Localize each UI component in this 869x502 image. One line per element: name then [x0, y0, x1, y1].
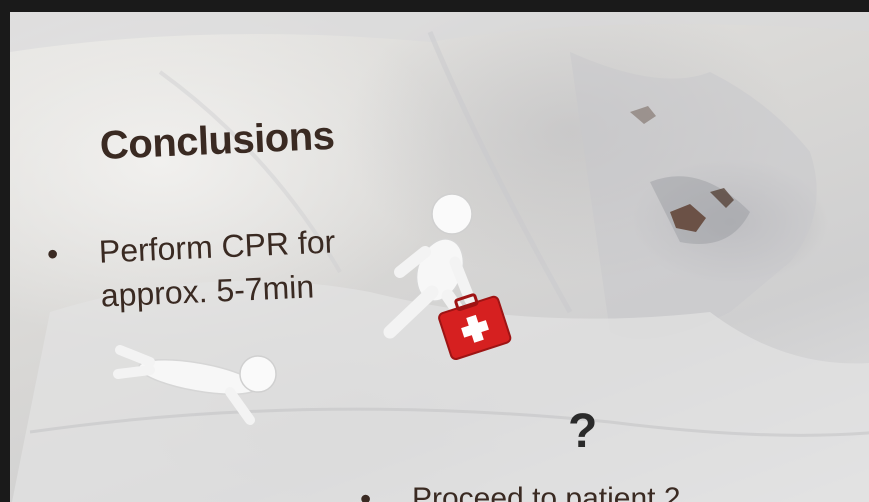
bullet-cpr-text: Perform CPR for approx. 5-7min [98, 223, 336, 314]
bullet-dot: • [46, 235, 59, 272]
question-mark: ? [568, 405, 598, 458]
bullet-dot: • [360, 481, 372, 502]
lying-person-figure [113, 345, 277, 425]
slide: Conclusions • Perform CPR for approx. 5-… [10, 12, 869, 502]
slide-photo: Conclusions • Perform CPR for approx. 5-… [0, 0, 869, 502]
bullet-next-patient-text: Proceed to patient 2 [412, 482, 681, 502]
running-rescuer-figure [383, 193, 512, 360]
